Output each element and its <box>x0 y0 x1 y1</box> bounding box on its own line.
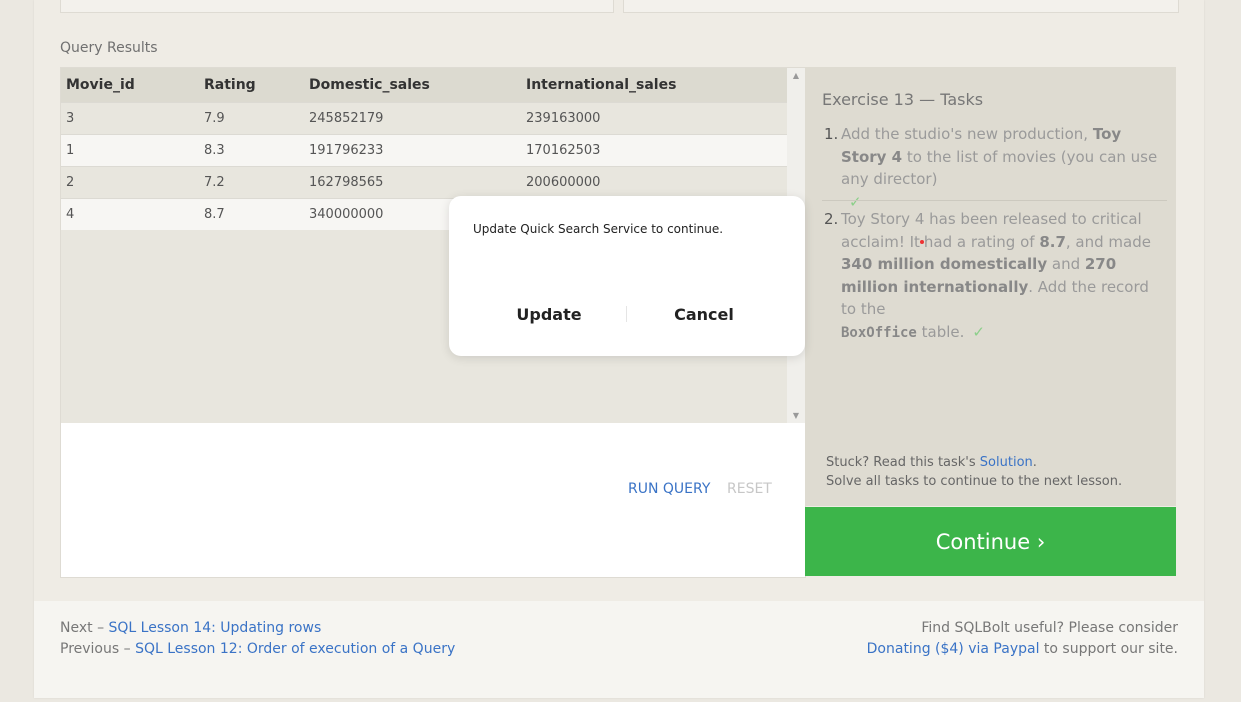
column-header: Movie_id <box>61 68 199 103</box>
task-text-part: , and made <box>1065 232 1151 251</box>
task-item: 2. Toy Story 4 has been released to crit… <box>822 200 1167 344</box>
stuck-text: Stuck? Read this task's <box>826 455 980 470</box>
editor-box-right <box>623 0 1179 13</box>
stuck-hint: Stuck? Read this task's Solution. Solve … <box>826 453 1122 491</box>
task-text-part: Add the studio's new production, <box>841 125 1093 143</box>
table-row: 1 8.3 191796233 170162503 <box>61 134 787 167</box>
table-cell: 7.2 <box>199 166 304 199</box>
continue-button[interactable]: Continue › <box>805 507 1176 576</box>
scroll-up-arrow-icon[interactable]: ▲ <box>787 71 805 80</box>
table-cell: 3 <box>61 102 199 135</box>
table-header-row: Movie_id Rating Domestic_sales Internati… <box>61 68 787 103</box>
table-cell: 200600000 <box>521 166 787 199</box>
table-name-code: BoxOffice <box>841 324 917 341</box>
run-query-button[interactable]: RUN QUERY <box>628 481 710 497</box>
table-cell: 2 <box>61 166 199 199</box>
solve-all-text: Solve all tasks to continue to the next … <box>826 474 1123 489</box>
query-results-label: Query Results <box>60 40 158 56</box>
previous-lesson-line: Previous – SQL Lesson 12: Order of execu… <box>60 641 455 657</box>
cancel-button[interactable]: Cancel <box>629 305 779 324</box>
column-header: International_sales <box>521 68 787 103</box>
update-dialog: Update Quick Search Service to continue.… <box>449 196 805 356</box>
donate-link[interactable]: Donating ($4) via Paypal <box>867 641 1040 657</box>
next-lesson-line: Next – SQL Lesson 14: Updating rows <box>60 620 321 636</box>
task-text-part: table. <box>921 322 965 341</box>
update-button[interactable]: Update <box>474 305 624 324</box>
next-lesson-link[interactable]: SQL Lesson 14: Updating rows <box>109 620 322 636</box>
solution-link[interactable]: Solution <box>980 455 1033 470</box>
table-row: 2 7.2 162798565 200600000 <box>61 166 787 199</box>
tasks-title: Exercise 13 — Tasks <box>822 90 984 109</box>
dialog-message: Update Quick Search Service to continue. <box>473 222 724 236</box>
table-cell: 191796233 <box>304 134 521 167</box>
table-cell: 245852179 <box>304 102 521 135</box>
table-cell: 170162503 <box>521 134 787 167</box>
donate-line: Donating ($4) via Paypal to support our … <box>867 641 1178 657</box>
task-text-part: had a rating of <box>923 232 1040 251</box>
editor-box-left <box>60 0 614 13</box>
tasks-panel: Exercise 13 — Tasks 1. Add the studio's … <box>805 67 1176 506</box>
stuck-end: . <box>1032 455 1037 470</box>
reset-button[interactable]: RESET <box>727 481 772 497</box>
task-bold: 8.7 <box>1039 232 1066 251</box>
task-text: Toy Story 4 has been released to critica… <box>841 208 1167 344</box>
table-cell: 1 <box>61 134 199 167</box>
dialog-divider <box>626 306 627 322</box>
check-icon: ✓ <box>972 322 985 341</box>
scroll-down-arrow-icon[interactable]: ▼ <box>787 411 805 420</box>
table-cell: 4 <box>61 198 199 230</box>
task-number: 1. <box>824 125 839 143</box>
table-row: 3 7.9 245852179 239163000 <box>61 102 787 135</box>
column-header: Domestic_sales <box>304 68 521 103</box>
donate-suffix: to support our site. <box>1039 641 1178 657</box>
table-cell: 8.7 <box>199 198 304 230</box>
task-text-part: and <box>1047 255 1085 273</box>
table-cell: 162798565 <box>304 166 521 199</box>
column-header: Rating <box>199 68 304 103</box>
previous-lesson-link[interactable]: SQL Lesson 12: Order of execution of a Q… <box>135 641 455 657</box>
task-bold: 340 million domestically <box>841 255 1048 273</box>
footer: Next – SQL Lesson 14: Updating rows Prev… <box>34 601 1204 698</box>
table-cell: 7.9 <box>199 102 304 135</box>
table-cell: 8.3 <box>199 134 304 167</box>
next-prefix: Next – <box>60 620 109 636</box>
task-number: 2. <box>824 210 839 228</box>
table-cell: 239163000 <box>521 102 787 135</box>
donate-prompt: Find SQLBolt useful? Please consider <box>921 620 1178 636</box>
previous-prefix: Previous – <box>60 641 136 657</box>
